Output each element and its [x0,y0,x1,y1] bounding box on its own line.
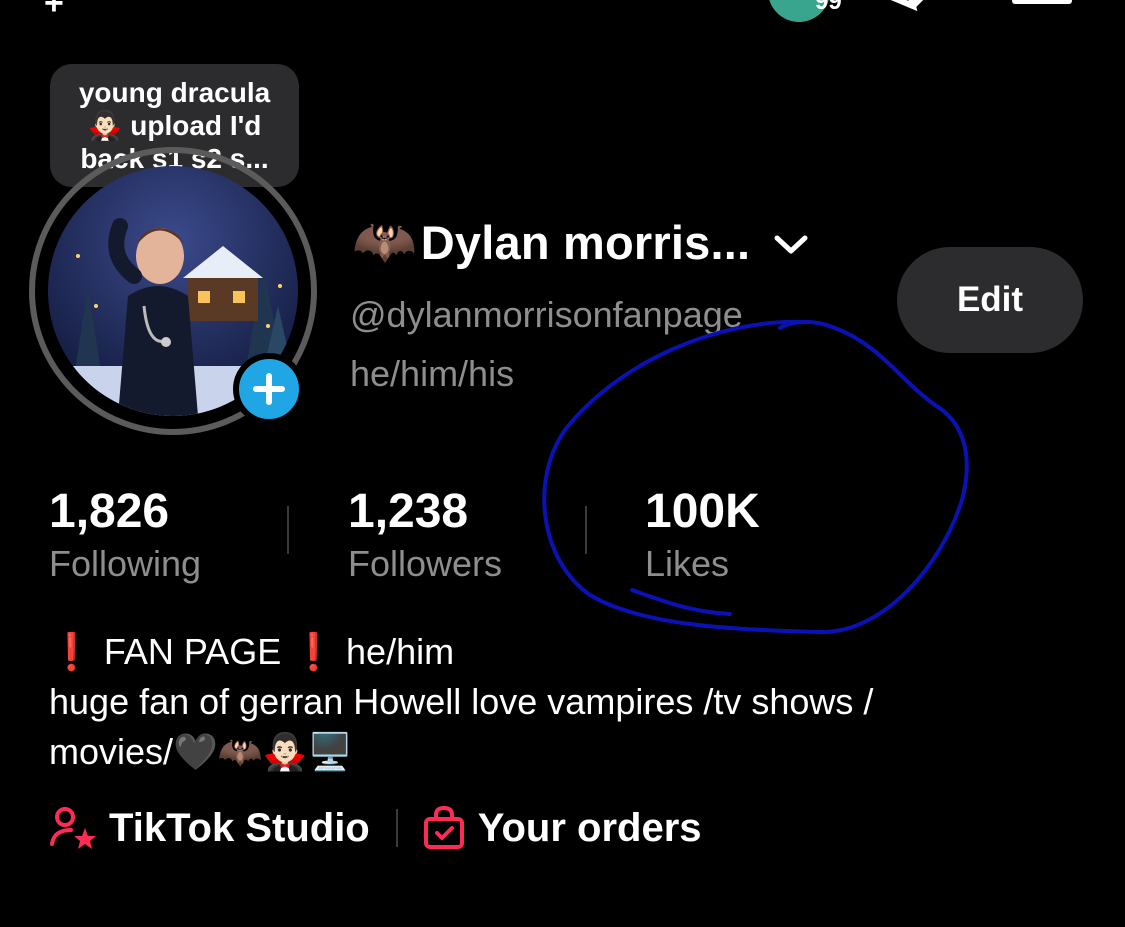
add-icon[interactable]: + [44,0,64,23]
bio: ❗ FAN PAGE ❗ he/him huge fan of gerran H… [49,627,1049,777]
footprint-icon[interactable] [885,0,945,16]
link-label: Your orders [477,805,702,850]
stat-value: 100K [645,485,760,538]
person-star-icon [50,807,96,849]
profile-links: TikTok Studio Your orders [49,802,702,854]
plus-icon [253,373,285,405]
your-orders-link[interactable]: Your orders [422,805,702,851]
stat-label: Likes [645,543,730,584]
stat-label: Following [49,543,202,584]
notification-badge: 99 [815,0,842,15]
chevron-down-icon[interactable] [774,234,808,256]
tiktok-studio-link[interactable]: TikTok Studio [49,806,370,851]
username: @dylanmorrisonfanpage [350,294,743,335]
display-name-row[interactable]: 🦇 Dylan morris... [352,212,808,272]
shopping-bag-icon [423,805,464,849]
pronouns: he/him/his [350,353,515,394]
display-name: Dylan morris... [420,215,751,269]
top-bar: + 99 [0,0,1125,23]
link-label: TikTok Studio [109,805,370,850]
link-divider [395,809,398,847]
stat-value: 1,826 [49,485,170,538]
stat-label: Followers [348,543,503,584]
stat-following[interactable]: 1,826 Following [49,484,201,586]
bat-emoji: 🦇 [352,213,417,271]
menu-icon[interactable] [1012,0,1072,4]
edit-profile-button[interactable]: Edit [897,247,1083,353]
add-story-button[interactable] [233,353,305,425]
stat-value: 1,238 [348,485,469,538]
bio-line: ❗ FAN PAGE ❗ he/him [49,631,455,672]
stat-likes[interactable]: 100K Likes [645,484,760,586]
stat-divider [585,506,587,554]
stat-followers[interactable]: 1,238 Followers [348,484,502,586]
stat-divider [287,506,289,554]
bio-line: huge fan of gerran Howell love vampires … [49,681,874,722]
bio-line: movies/🖤🦇🧛🏻‍♂️🖥️ [49,731,353,772]
